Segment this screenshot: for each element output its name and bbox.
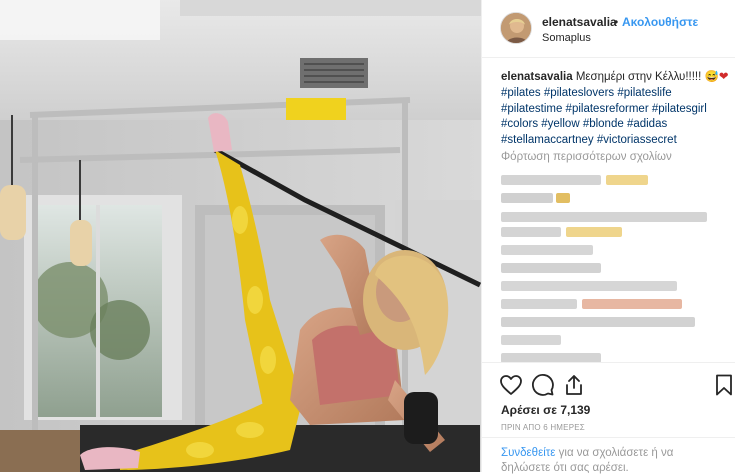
bookmark-icon[interactable] xyxy=(712,373,735,397)
blurred-comment xyxy=(606,175,648,185)
hashtags-line-2[interactable]: #pilatestime #pilatesreformer #pilatesgi… xyxy=(501,103,707,115)
blurred-comment xyxy=(501,212,707,222)
pilates-photo-illustration xyxy=(0,0,481,472)
hashtags-line-4[interactable]: #stellamaccartney #victoriassecret xyxy=(501,134,677,146)
header-username[interactable]: elenatsavalia xyxy=(542,15,617,29)
blurred-comment xyxy=(501,193,553,203)
heart-icon[interactable] xyxy=(499,373,523,397)
blurred-comment xyxy=(582,299,682,309)
follow-button[interactable]: Ακολουθήστε xyxy=(622,15,698,29)
blurred-comment xyxy=(566,227,622,237)
hashtags-line-1[interactable]: #pilates #pilateslovers #pilateslife xyxy=(501,87,672,99)
share-icon[interactable] xyxy=(562,373,586,397)
caption-emojis: 😅❤ xyxy=(704,71,729,83)
blurred-comment xyxy=(501,317,695,327)
likes-count[interactable]: Αρέσει σε 7,139 xyxy=(501,403,590,417)
blurred-comment xyxy=(501,335,561,345)
load-more-comments-button[interactable]: Φόρτωση περισσότερων σχολίων xyxy=(501,151,672,163)
blurred-comment xyxy=(501,281,677,291)
post-photo[interactable] xyxy=(0,0,481,472)
blurred-comment xyxy=(501,245,593,255)
post-sidebar: elenatsavalia • Ακολουθήστε Somaplus ele… xyxy=(481,0,735,474)
blurred-comment xyxy=(501,263,601,273)
location-link[interactable]: Somaplus xyxy=(542,32,591,44)
post-timestamp[interactable]: ΠΡΙΝ ΑΠΟ 6 ΗΜΕΡΕΣ xyxy=(501,423,585,432)
add-comment-section: Συνδεθείτε για να σχολιάσετε ή να δηλώσε… xyxy=(482,437,735,474)
instagram-post: elenatsavalia • Ακολουθήστε Somaplus ele… xyxy=(0,0,735,474)
comment-bubble-icon[interactable] xyxy=(531,373,555,397)
login-link[interactable]: Συνδεθείτε xyxy=(501,447,555,459)
blurred-comment xyxy=(501,299,577,309)
blurred-comment xyxy=(501,175,601,185)
post-header: elenatsavalia • Ακολουθήστε Somaplus xyxy=(482,0,735,58)
hashtags-line-3[interactable]: #colors #yellow #blonde #adidas xyxy=(501,118,667,130)
separator-dot: • xyxy=(614,15,619,29)
avatar-picture xyxy=(501,13,531,43)
caption-text: Μεσημέρι στην Κέλλυ!!!!! xyxy=(575,71,702,83)
blurred-comment xyxy=(501,227,561,237)
blurred-comment xyxy=(556,193,570,203)
post-actions: Αρέσει σε 7,139 ΠΡΙΝ ΑΠΟ 6 ΗΜΕΡΕΣ Συνδεθ… xyxy=(482,362,735,474)
caption-username[interactable]: elenatsavalia xyxy=(501,71,573,83)
post-caption: elenatsavalia Μεσημέρι στην Κέλλυ!!!!! 😅… xyxy=(501,70,729,149)
avatar[interactable] xyxy=(500,12,532,44)
